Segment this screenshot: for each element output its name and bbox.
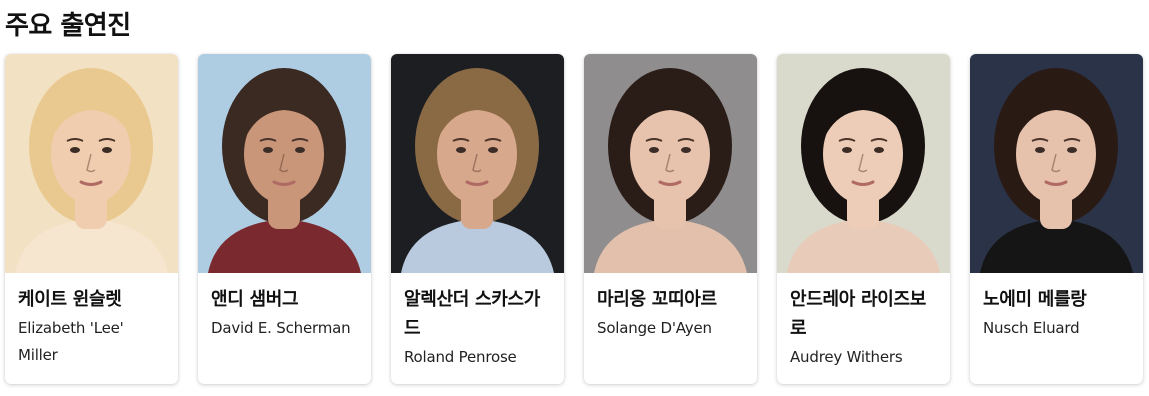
cast-section: 주요 출연진 케이트 윈슬렛 Elizabeth 'Lee' Miller 앤디…: [0, 0, 1149, 396]
section-title: 주요 출연진: [5, 11, 131, 41]
actor-name: 앤디 샘버그: [211, 289, 299, 310]
actor-name: 마리옹 꼬띠아르: [597, 289, 717, 310]
portrait-image: [777, 54, 950, 273]
cast-info: 케이트 윈슬렛 Elizabeth 'Lee' Miller: [5, 273, 178, 369]
cast-info: 안드레아 라이즈보로 Audrey Withers: [777, 273, 950, 371]
cast-photo: [970, 54, 1143, 273]
role-name: Audrey Withers: [790, 348, 903, 366]
cast-photo: [198, 54, 371, 273]
cast-info: 앤디 샘버그 David E. Scherman: [198, 273, 371, 342]
portrait-image: [970, 54, 1143, 273]
cast-card[interactable]: 노에미 메를랑 Nusch Eluard: [970, 54, 1143, 384]
cast-card[interactable]: 알렉산더 스카스가드 Roland Penrose: [391, 54, 564, 384]
portrait-image: [5, 54, 178, 273]
cast-photo: [777, 54, 950, 273]
role-name: Elizabeth 'Lee' Miller: [18, 319, 124, 364]
role-name: David E. Scherman: [211, 319, 351, 337]
portrait-image: [198, 54, 371, 273]
role-name: Roland Penrose: [404, 348, 517, 366]
cast-card[interactable]: 앤디 샘버그 David E. Scherman: [198, 54, 371, 384]
actor-name: 케이트 윈슬렛: [18, 289, 122, 310]
cast-card[interactable]: 마리옹 꼬띠아르 Solange D'Ayen: [584, 54, 757, 384]
cast-card[interactable]: 케이트 윈슬렛 Elizabeth 'Lee' Miller: [5, 54, 178, 384]
cast-photo: [391, 54, 564, 273]
actor-name: 알렉산더 스카스가드: [404, 289, 541, 339]
cast-card[interactable]: 안드레아 라이즈보로 Audrey Withers: [777, 54, 950, 384]
portrait-image: [584, 54, 757, 273]
actor-name: 안드레아 라이즈보로: [790, 289, 927, 339]
portrait-image: [391, 54, 564, 273]
cast-photo: [5, 54, 178, 273]
cast-photo: [584, 54, 757, 273]
cast-list: 케이트 윈슬렛 Elizabeth 'Lee' Miller 앤디 샘버그 Da…: [5, 54, 1143, 384]
role-name: Solange D'Ayen: [597, 319, 712, 337]
actor-name: 노에미 메를랑: [983, 289, 1087, 310]
cast-info: 노에미 메를랑 Nusch Eluard: [970, 273, 1143, 342]
cast-info: 마리옹 꼬띠아르 Solange D'Ayen: [584, 273, 757, 342]
cast-info: 알렉산더 스카스가드 Roland Penrose: [391, 273, 564, 371]
role-name: Nusch Eluard: [983, 319, 1080, 337]
